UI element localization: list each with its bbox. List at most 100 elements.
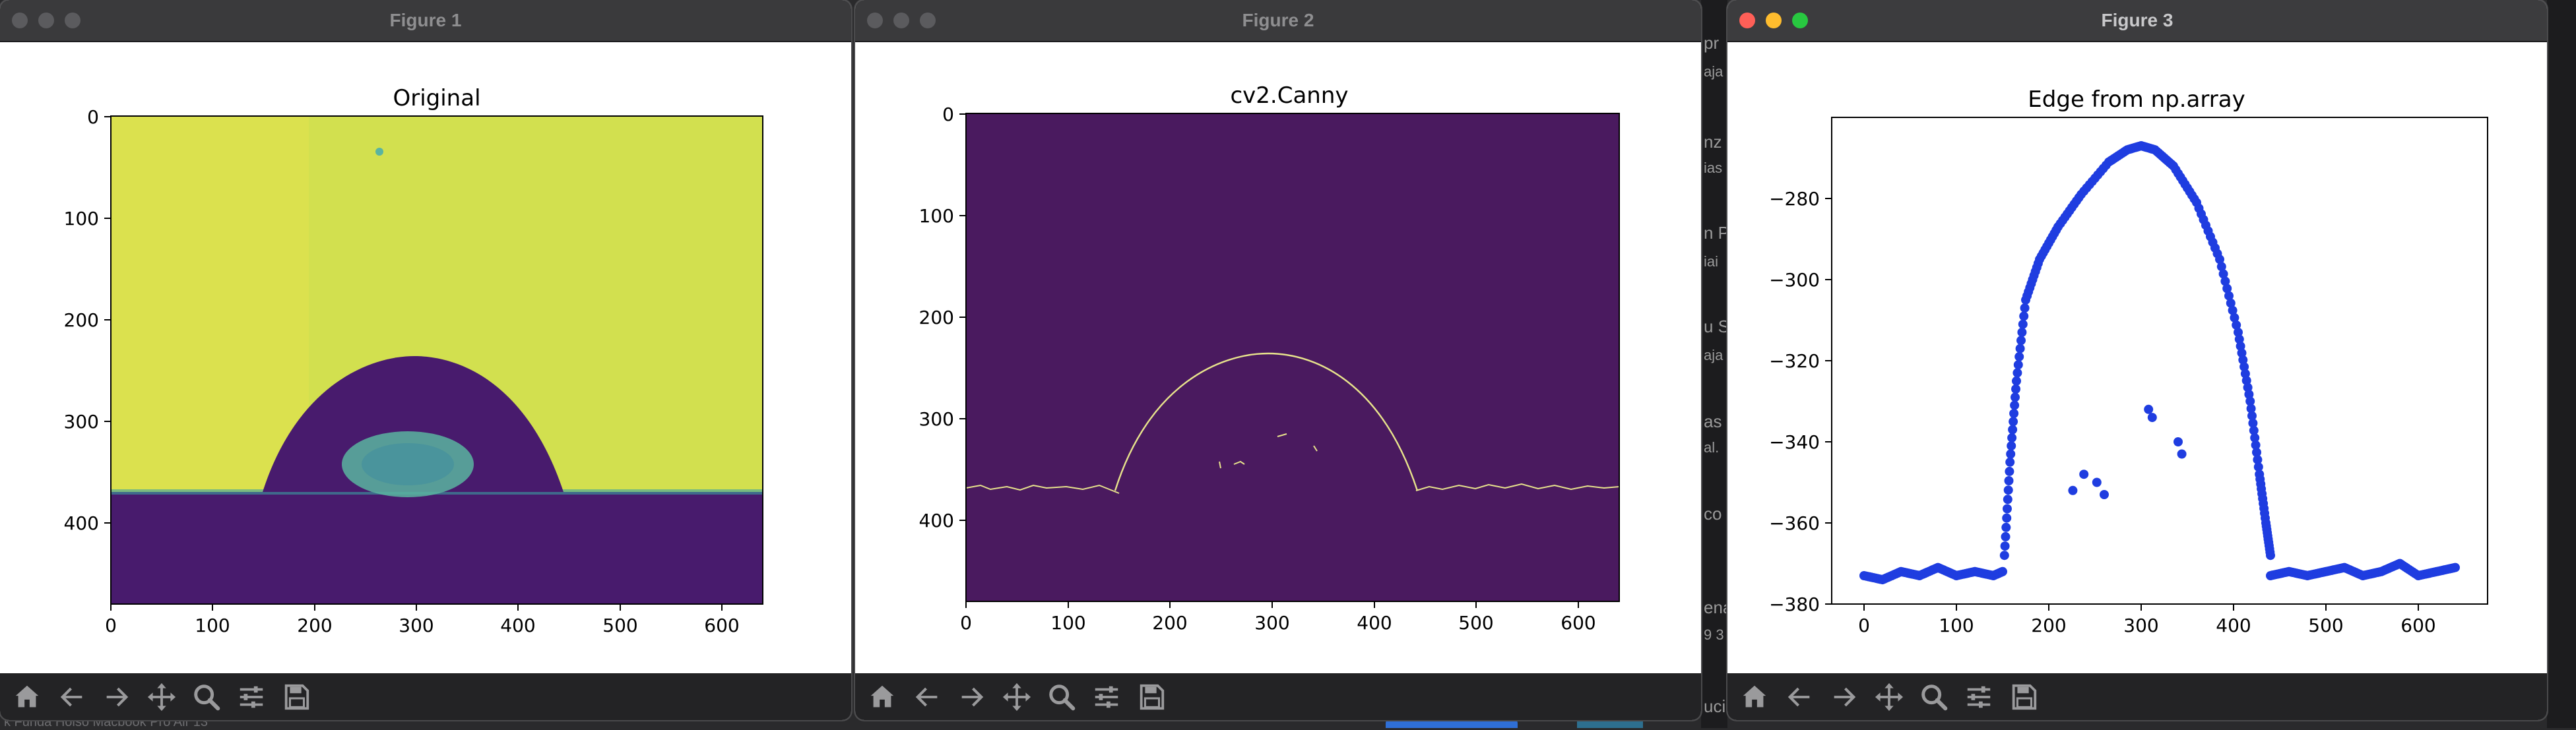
figure-window-3[interactable]: Figure 3 Edge from np.array 0 100 200 300 40… — [1727, 0, 2547, 720]
zoom-icon — [1049, 684, 1076, 711]
figure-canvas[interactable]: Original 0 100 200 300 400 500 600 0 100… — [0, 42, 851, 674]
back-arrow-icon — [60, 687, 82, 707]
window-title: Figure 2 — [1242, 10, 1314, 30]
y-tick-label: 0 — [87, 106, 99, 128]
scatter-point — [2068, 485, 2078, 495]
x-tick-label: 500 — [2308, 615, 2343, 636]
scatter-point — [2017, 327, 2027, 337]
zoom-icon — [194, 684, 220, 711]
configure-subplots-button[interactable] — [232, 678, 271, 716]
forward-arrow-icon — [961, 687, 984, 707]
scatter-point — [2012, 376, 2021, 386]
back-button[interactable] — [908, 678, 946, 716]
y-tick-label: 400 — [919, 510, 954, 532]
scatter-point — [1999, 551, 2009, 561]
save-icon — [284, 684, 309, 710]
x-tick-label: 400 — [500, 615, 535, 636]
scatter-point — [2001, 532, 2011, 541]
x-tick-label: 200 — [2031, 615, 2066, 636]
scatter-point — [1998, 566, 2007, 576]
desktop-background-right — [2547, 0, 2576, 728]
home-button[interactable] — [863, 678, 901, 716]
x-tick-label: 300 — [1254, 612, 1289, 634]
scatter-point — [2009, 409, 2019, 418]
y-axis: −280 −300 −320 −340 −360 −380 — [1769, 188, 1832, 615]
plot-title: cv2.Canny — [1230, 82, 1348, 109]
x-tick-label: 400 — [2216, 615, 2251, 636]
desktop-dock-item — [1386, 719, 1518, 728]
title-bar[interactable]: Figure 2 — [855, 0, 1701, 42]
pan-button[interactable] — [1870, 678, 1908, 716]
desktop-fragment: co — [1704, 504, 1722, 524]
forward-button[interactable] — [98, 678, 136, 716]
scatter-point — [2020, 303, 2030, 313]
zoom-button[interactable] — [1043, 678, 1081, 716]
figure-window-2[interactable]: Figure 2 cv2.Canny 0 100 200 300 400 500… — [855, 0, 1701, 720]
back-arrow-icon — [1787, 687, 1810, 707]
zoom-button[interactable] — [187, 678, 226, 716]
x-axis: 0 100 200 300 400 500 600 — [105, 604, 740, 636]
desktop-fragment: ias — [1704, 160, 1723, 176]
scatter-point — [2005, 466, 2014, 476]
scatter-point — [2092, 477, 2102, 487]
pan-button[interactable] — [998, 678, 1036, 716]
y-tick-label: −280 — [1769, 188, 1820, 210]
scatter-point — [2016, 336, 2026, 346]
x-tick-label: 500 — [602, 615, 637, 636]
figure-canvas[interactable]: cv2.Canny 0 100 200 300 400 500 600 0 10… — [855, 42, 1701, 674]
desktop-fragment: as — [1704, 411, 1722, 431]
x-tick-label: 100 — [1050, 612, 1085, 634]
plot-figure-2: cv2.Canny 0 100 200 300 400 500 600 0 10… — [919, 82, 1620, 634]
figure-canvas[interactable]: Edge from np.array 0 100 200 300 400 500 600 −… — [1727, 42, 2547, 674]
desktop-fragment: n P — [1704, 223, 1730, 243]
x-axis: 0 100 200 300 400 500 600 — [960, 601, 1596, 634]
configure-subplots-button[interactable] — [1087, 678, 1126, 716]
save-button[interactable] — [2005, 678, 2043, 716]
desktop-fragment: 9 3 — [1704, 626, 1724, 643]
pan-icon — [147, 683, 176, 712]
x-tick-label: 300 — [2123, 615, 2158, 636]
scatter-point — [2009, 417, 2018, 427]
home-icon — [15, 685, 39, 708]
scatter-point — [2011, 384, 2020, 394]
desktop-fragment: uci — [1704, 696, 1726, 716]
title-bar[interactable]: Figure 3 — [1727, 0, 2547, 42]
figure-window-1[interactable]: Figure 1 Original 0 100 200 300 400 500 … — [0, 0, 851, 720]
forward-button[interactable] — [953, 678, 991, 716]
scatter-point — [2451, 563, 2460, 572]
navigation-toolbar — [0, 673, 851, 720]
desktop-background — [1701, 0, 1727, 728]
configure-subplots-icon — [1967, 686, 1991, 708]
configure-subplots-button[interactable] — [1960, 678, 1998, 716]
pan-button[interactable] — [143, 678, 181, 716]
title-bar[interactable]: Figure 1 — [0, 0, 851, 42]
x-tick-label: 0 — [105, 615, 117, 636]
x-axis: 0 100 200 300 400 500 600 — [1858, 604, 2436, 636]
y-tick-label: −360 — [1769, 512, 1820, 534]
home-button[interactable] — [1735, 678, 1774, 716]
back-button[interactable] — [1780, 678, 1819, 716]
scatter-point — [2002, 513, 2012, 523]
scatter-point — [2011, 392, 2020, 402]
x-tick-label: 400 — [1357, 612, 1392, 634]
scatter-point — [2144, 404, 2154, 414]
zoom-button[interactable] — [1915, 678, 1953, 716]
y-tick-label: −340 — [1769, 431, 1820, 453]
forward-button[interactable] — [1825, 678, 1863, 716]
desktop-fragment: u S — [1704, 317, 1730, 336]
save-button[interactable] — [1132, 678, 1171, 716]
scatter-point — [2079, 470, 2089, 479]
y-tick-label: 400 — [64, 512, 99, 534]
y-tick-label: 300 — [919, 408, 954, 430]
y-axis: 0 100 200 300 400 — [64, 106, 111, 534]
scatter-point — [2006, 449, 2016, 459]
save-button[interactable] — [277, 678, 315, 716]
x-tick-label: 0 — [1858, 615, 1870, 636]
home-button[interactable] — [8, 678, 46, 716]
y-tick-label: 100 — [919, 205, 954, 227]
scatter-point — [2003, 485, 2013, 495]
x-tick-label: 200 — [1152, 612, 1187, 634]
window-title: Figure 3 — [2101, 10, 2174, 30]
forward-arrow-icon — [1834, 687, 1856, 707]
back-button[interactable] — [53, 678, 91, 716]
